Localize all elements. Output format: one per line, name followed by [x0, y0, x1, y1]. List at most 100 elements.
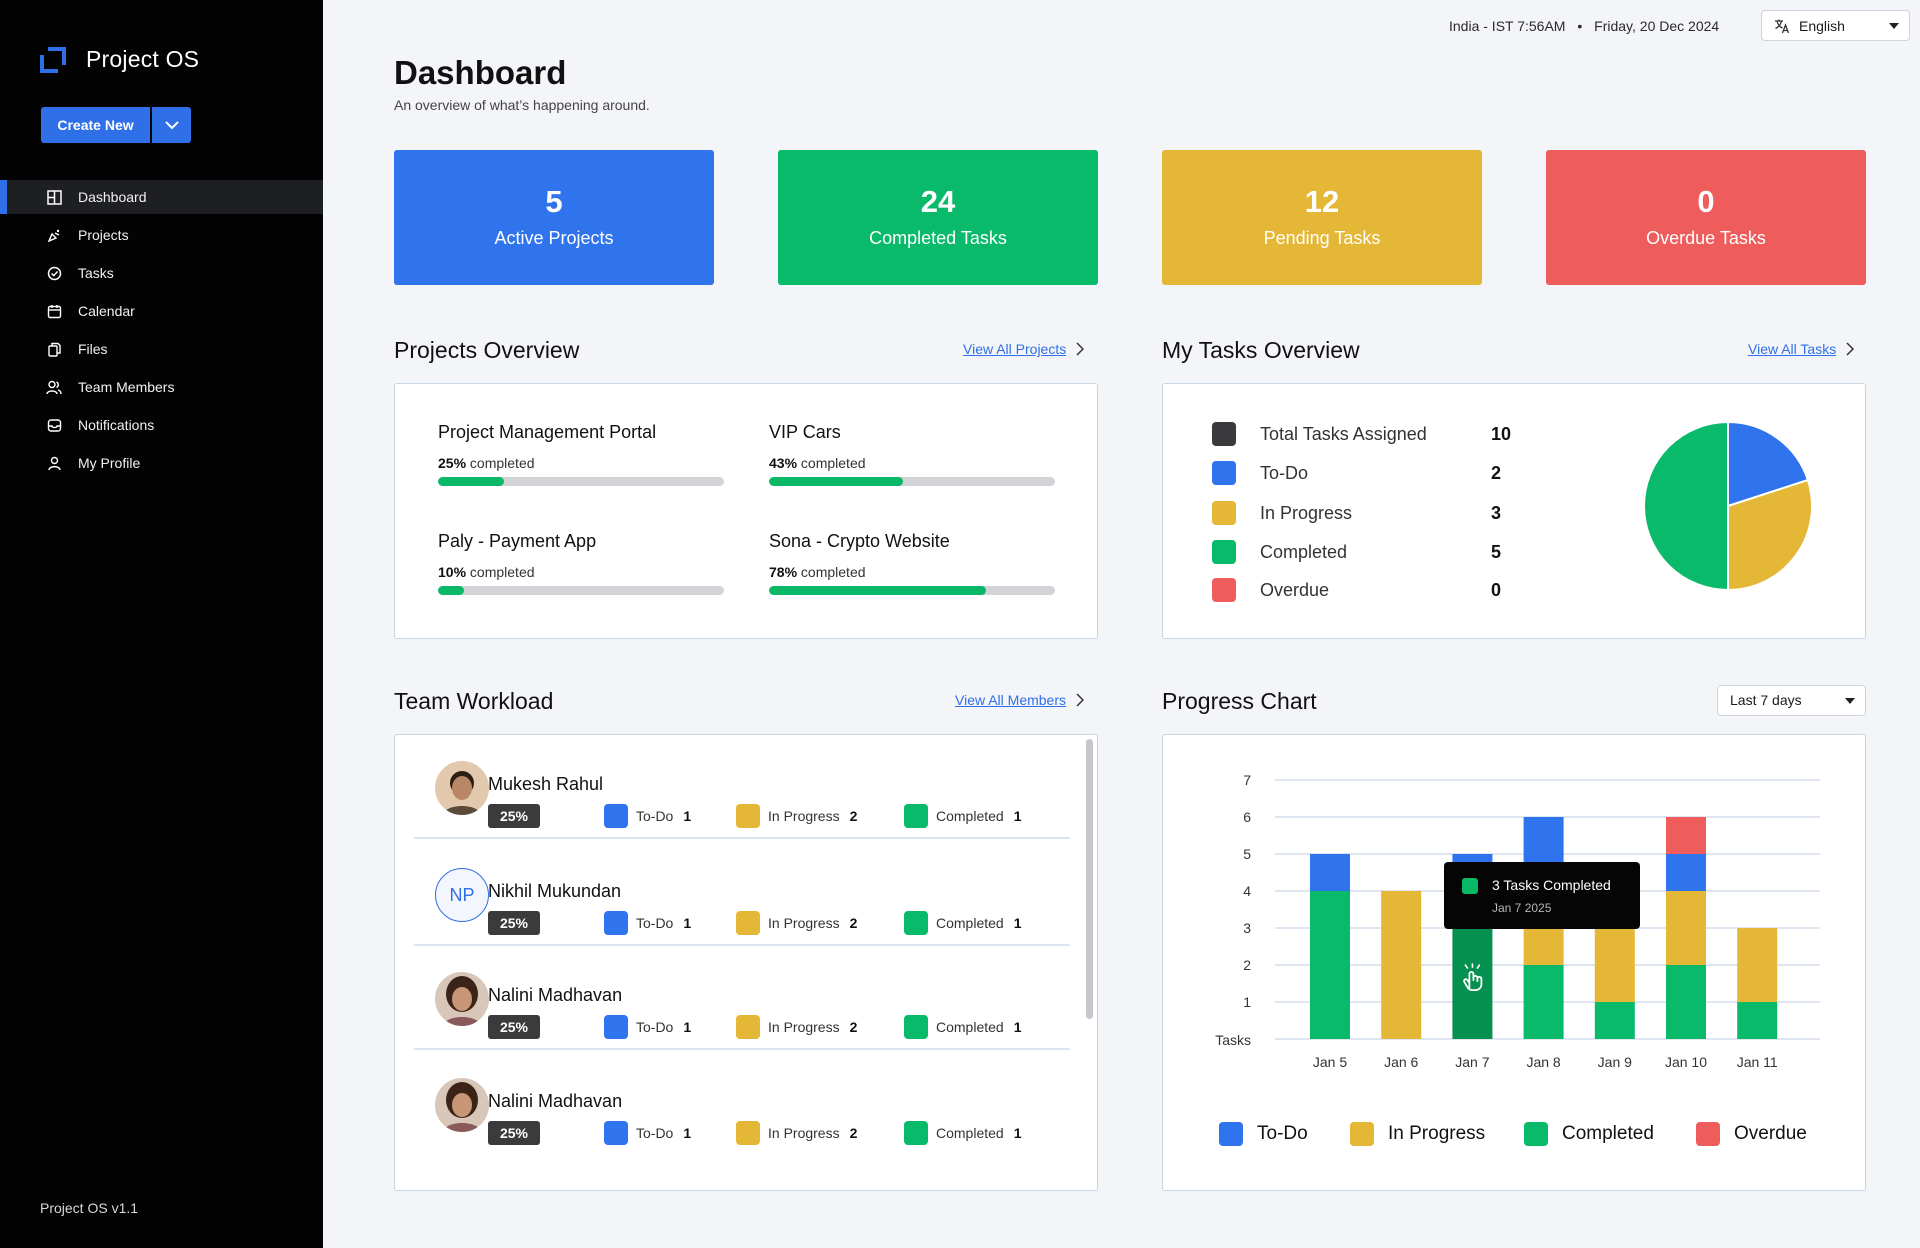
link-label: View All Members	[955, 692, 1067, 708]
task-label: To-Do	[1260, 462, 1309, 483]
tasks-icon	[46, 265, 62, 281]
language-select[interactable]: English	[1761, 10, 1910, 41]
stat-card-pending-tasks[interactable]: 12 Pending Tasks	[1162, 150, 1482, 285]
legend-swatch	[1350, 1122, 1374, 1146]
legend-label: Overdue	[1734, 1123, 1807, 1144]
sidebar-item-label: Tasks	[78, 265, 114, 281]
date-range-select[interactable]: Last 7 days	[1717, 685, 1866, 716]
todo-count: To-Do 1	[604, 1121, 691, 1145]
project-percent: 43% completed	[769, 455, 866, 471]
legend-item-overdue[interactable]: Overdue	[1696, 1122, 1807, 1146]
x-tick-label: Jan 10	[1665, 1054, 1707, 1070]
project-name: Paly - Payment App	[438, 531, 597, 551]
bar-completed-jan-5[interactable]	[1310, 891, 1350, 1039]
legend-item-in-progress[interactable]: In Progress	[1350, 1122, 1485, 1146]
task-count: 5	[1491, 541, 1502, 562]
chevron-right-icon	[1076, 342, 1085, 356]
calendar-icon	[46, 303, 62, 319]
sidebar-item-projects[interactable]: Projects	[0, 218, 323, 252]
workload-badge: 25%	[488, 1121, 540, 1145]
legend-item-todo[interactable]: To-Do	[1219, 1122, 1308, 1146]
bar-overdue-jan-10[interactable]	[1666, 817, 1706, 854]
language-value: English	[1799, 17, 1845, 34]
task-summary-row: Overdue 0	[1212, 577, 1501, 603]
view-all-tasks-link[interactable]: View All Tasks	[1748, 341, 1855, 357]
project-name: VIP Cars	[769, 422, 841, 442]
sidebar-item-files[interactable]: Files	[0, 332, 323, 366]
chart-tooltip: 3 Tasks Completed Jan 7 2025	[1444, 862, 1640, 929]
bar-in-progress-jan-11[interactable]	[1737, 928, 1778, 1002]
stat-card-completed-tasks[interactable]: 24 Completed Tasks	[778, 150, 1098, 285]
sidebar-item-dashboard[interactable]: Dashboard	[0, 180, 323, 214]
team-icon	[46, 379, 62, 395]
stat-label: Overdue Tasks	[1646, 228, 1766, 248]
project-card[interactable]: Sona - Crypto Website 78% completed	[769, 531, 1055, 595]
view-all-projects-link[interactable]: View All Projects	[963, 341, 1085, 357]
bar-completed-jan-8[interactable]	[1523, 965, 1564, 1039]
tasks-overview-title: My Tasks Overview	[1162, 337, 1360, 363]
bar-in-progress-jan-10[interactable]	[1666, 891, 1706, 965]
y-tick-label: 2	[1243, 957, 1251, 973]
app-name: Project OS	[86, 46, 200, 72]
sidebar-item-label: Files	[78, 341, 108, 357]
avatar: NP	[435, 868, 489, 922]
todo-swatch	[604, 911, 628, 935]
team-member-row[interactable]: Nalini Madhavan 25% To-Do 1 In Progress 2 …	[414, 1051, 1070, 1156]
stat-card-active-projects[interactable]: 5 Active Projects	[394, 150, 714, 285]
bar-to-do-jan-10[interactable]	[1666, 854, 1706, 891]
app-logo[interactable]: Project OS	[40, 46, 199, 73]
page-title: Dashboard	[394, 54, 567, 91]
project-card[interactable]: Project Management Portal 25% completed	[438, 422, 724, 486]
in-progress-swatch	[736, 911, 760, 935]
create-new-button[interactable]: Create New	[41, 107, 150, 143]
y-tick-label: 7	[1243, 772, 1251, 788]
todo-count: To-Do 1	[604, 911, 691, 935]
sidebar-item-tasks[interactable]: Tasks	[0, 256, 323, 290]
sidebar-item-team-members[interactable]: Team Members	[0, 370, 323, 404]
x-tick-label: Jan 5	[1313, 1054, 1347, 1070]
task-summary-row: Completed 5	[1212, 539, 1501, 565]
bar-to-do-jan-5[interactable]	[1310, 854, 1350, 891]
project-card[interactable]: Paly - Payment App 10% completed	[438, 531, 724, 595]
task-label: Overdue	[1260, 579, 1330, 600]
view-all-members-link[interactable]: View All Members	[955, 692, 1085, 708]
bar-completed-jan-10[interactable]	[1666, 965, 1706, 1039]
todo-count: To-Do 1	[604, 804, 691, 828]
avatar-photo	[443, 1082, 481, 1132]
projects-icon	[46, 227, 62, 243]
profile-icon	[46, 455, 62, 471]
bar-completed-jan-7[interactable]	[1452, 928, 1493, 1039]
stat-value: 24	[920, 184, 956, 219]
create-new-dropdown-button[interactable]	[152, 107, 191, 143]
legend-item-completed[interactable]: Completed	[1524, 1122, 1654, 1146]
legend-swatch	[1696, 1122, 1720, 1146]
sidebar-item-calendar[interactable]: Calendar	[0, 294, 323, 328]
create-new-group: Create New	[41, 107, 191, 143]
completed-count: Completed 1	[904, 1121, 1022, 1145]
tooltip-subtitle: Jan 7 2025	[1492, 901, 1552, 915]
team-workload-title: Team Workload	[394, 688, 554, 714]
legend-label: To-Do	[1257, 1123, 1308, 1144]
caret-down-icon	[1889, 23, 1899, 29]
pie-slice-completed[interactable]	[1643, 421, 1729, 592]
sidebar-item-my-profile[interactable]: My Profile	[0, 446, 323, 480]
team-member-row[interactable]: NP Nikhil Mukundan 25% To-Do 1 In Progress…	[414, 841, 1070, 946]
sidebar-item-label: Dashboard	[78, 189, 147, 205]
y-tick-label: 3	[1243, 920, 1251, 936]
bar-completed-jan-9[interactable]	[1594, 1002, 1635, 1039]
x-tick-label: Jan 6	[1384, 1054, 1418, 1070]
project-progress-bar	[438, 586, 724, 595]
legend-swatch	[1212, 501, 1236, 525]
bar-in-progress-jan-6[interactable]	[1381, 891, 1422, 1039]
sidebar-item-label: Team Members	[78, 379, 175, 395]
project-card[interactable]: VIP Cars 43% completed	[769, 422, 1055, 486]
stat-value: 12	[1304, 184, 1340, 219]
bar-completed-jan-11[interactable]	[1737, 1002, 1778, 1039]
team-member-row[interactable]: Mukesh Rahul 25% To-Do 1 In Progress 2 Com…	[414, 734, 1070, 839]
sidebar-item-notifications[interactable]: Notifications	[0, 408, 323, 442]
stat-value: 0	[1697, 184, 1715, 219]
team-member-row[interactable]: Nalini Madhavan 25% To-Do 1 In Progress 2 …	[414, 945, 1070, 1050]
completed-count: Completed 1	[904, 804, 1022, 828]
stat-card-overdue-tasks[interactable]: 0 Overdue Tasks	[1546, 150, 1866, 285]
todo-count: To-Do 1	[604, 1015, 691, 1039]
